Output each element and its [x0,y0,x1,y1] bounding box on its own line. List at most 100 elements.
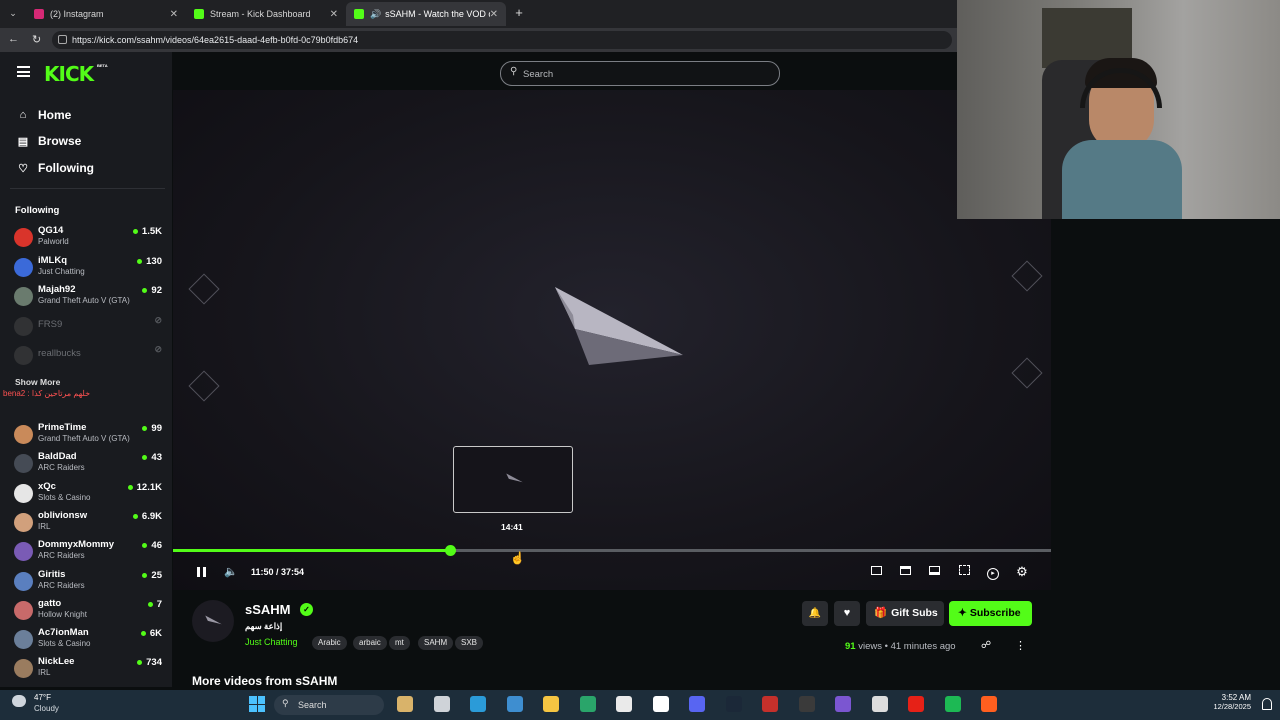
view-stats: 91 views • 41 minutes ago [845,641,956,652]
channel-item[interactable]: QG14 Palworld 1.5K [14,225,164,253]
channel-item[interactable]: Ac7ionMan Slots & Casino 6K [14,627,164,655]
nav-browse[interactable]: ▤ Browse [16,132,82,150]
discord-icon[interactable] [689,696,705,712]
close-icon[interactable]: ✕ [490,9,498,20]
video-player[interactable]: 14:41 [173,90,1051,590]
share-icon[interactable]: ☍ [981,640,991,651]
miniplayer-button[interactable] [868,564,884,580]
more-options-icon[interactable]: ⋮ [1015,639,1026,652]
tab-kick-dashboard[interactable]: Stream - Kick Dashboard ✕ [186,2,346,26]
nav-home[interactable]: ⌂ Home [16,106,72,124]
terminal-icon[interactable] [616,696,632,712]
spotify-icon[interactable] [944,696,961,712]
search-input[interactable]: ⚲ Search [500,61,780,86]
channel-category: Grand Theft Auto V (GTA) [38,434,130,443]
subscribe-button[interactable]: ✦ Subscribe [949,601,1032,626]
viewer-count: 92 [142,285,162,296]
tab-instagram[interactable]: (2) Instagram ✕ [26,2,186,26]
kick-logo[interactable]: KICK [44,62,94,86]
channel-item[interactable]: BaldDad ARC Raiders 43 [14,451,164,479]
settings-button[interactable]: ⚙ [1014,564,1030,580]
pause-button[interactable] [193,564,209,580]
channel-item[interactable]: DommyxMommy ARC Raiders 46 [14,539,164,567]
chrome-icon[interactable] [652,696,669,712]
menu-icon[interactable] [17,66,30,77]
url-field[interactable]: https://kick.com/ssahm/videos/64ea2615-d… [52,31,952,49]
show-more-button[interactable]: Show More [15,377,60,387]
channel-item[interactable]: reallbucks ⊘ [14,343,164,371]
clock[interactable]: 3:52 AM 12/28/2025 [1205,693,1251,711]
tag-pill[interactable]: mt [389,636,410,650]
new-tab-button[interactable]: + [512,6,526,20]
start-button[interactable] [249,696,265,712]
notification-icon[interactable] [1262,698,1272,710]
notifications-button[interactable]: 🔔 [802,601,828,626]
channel-item[interactable]: PrimeTime Grand Theft Auto V (GTA) 99 [14,422,164,450]
seek-preview-thumbnail [453,446,573,513]
live-dot-icon [132,513,138,519]
volume-button[interactable]: 🔈 [223,564,239,580]
channel-item[interactable]: iMLKq Just Chatting 130 [14,255,164,283]
tag-pill[interactable]: SXB [455,636,484,650]
follow-button[interactable]: ♥ [834,601,860,626]
tab-vod[interactable]: 🔊 sSAHM - Watch the VOD on K ✕ [346,2,506,26]
widgets-icon[interactable] [397,696,413,712]
tag-pill[interactable]: arbaic [353,636,387,650]
channel-item[interactable]: NickLee IRL 734 [14,656,164,684]
channel-avatar[interactable] [192,600,234,642]
channel-category: Just Chatting [38,266,85,276]
star-icon: ✦ [958,607,967,619]
site-info-icon[interactable] [58,35,67,44]
nav-following[interactable]: ♡ Following [16,159,94,177]
channel-item[interactable]: oblivionsw IRL 6.9K [14,510,164,538]
channel-name: NickLee [38,656,75,668]
app-icon[interactable] [798,696,815,712]
tab-list-chevron-icon[interactable]: ⌄ [6,6,20,20]
live-dot-icon [132,229,138,234]
app-icon[interactable] [871,696,888,712]
edge-icon[interactable] [470,696,486,712]
category-link[interactable]: Just Chatting [245,637,298,647]
viewer-count: 734 [137,657,162,668]
live-dot-icon [127,484,133,490]
theater-button[interactable] [897,564,913,580]
store-icon[interactable] [579,696,596,712]
back-icon[interactable]: ← [8,33,19,45]
speed-button[interactable]: ▸ [985,564,1001,580]
fullscreen-button[interactable] [956,564,972,580]
close-icon[interactable]: ✕ [170,9,178,20]
tag-pill[interactable]: SAHM [418,636,454,650]
notes-icon[interactable] [543,696,559,712]
channel-name: gatto [38,597,62,609]
speed-icon: ▸ [987,568,999,580]
seek-handle[interactable] [445,545,456,556]
app-icon[interactable] [981,696,997,712]
channel-item[interactable]: Majah92 Grand Theft Auto V (GTA) 92 [14,284,164,312]
tag-pill[interactable]: Arabic [312,636,347,650]
channel-item[interactable]: FRS9 ⊘ [14,314,164,342]
steam-icon[interactable] [725,696,742,712]
file-explorer-icon[interactable] [433,696,450,712]
pip-button[interactable] [926,564,942,580]
channel-avatar [14,257,33,277]
weather-temp: 47°F [34,693,51,702]
sahm-logo-icon [506,473,523,483]
taskbar-search[interactable]: ⚲ Search [274,695,384,715]
channel-item[interactable]: Giritis ARC Raiders 25 [14,569,164,597]
channel-category: Slots & Casino [38,639,91,649]
bell-icon: 🔔 [808,608,822,619]
app-icon[interactable] [835,696,851,712]
gift-subs-button[interactable]: 🎁 Gift Subs [866,601,944,626]
channel-name: PrimeTime [38,422,87,433]
chat-overlay: bena2 : خلهم مرتاحين كذا [3,389,123,411]
close-icon[interactable]: ✕ [330,9,338,20]
channel-item[interactable]: gatto Hollow Knight 7 [14,598,164,626]
channel-item[interactable]: xQc Slots & Casino 12.1K [14,481,164,509]
youtube-icon[interactable] [908,696,924,712]
channel-avatar [14,659,33,679]
live-dot-icon [137,660,143,666]
app-icon[interactable] [762,696,778,712]
folder-icon[interactable] [506,696,523,712]
reload-icon[interactable]: ↻ [32,33,41,46]
channel-name[interactable]: sSAHM [245,602,291,617]
